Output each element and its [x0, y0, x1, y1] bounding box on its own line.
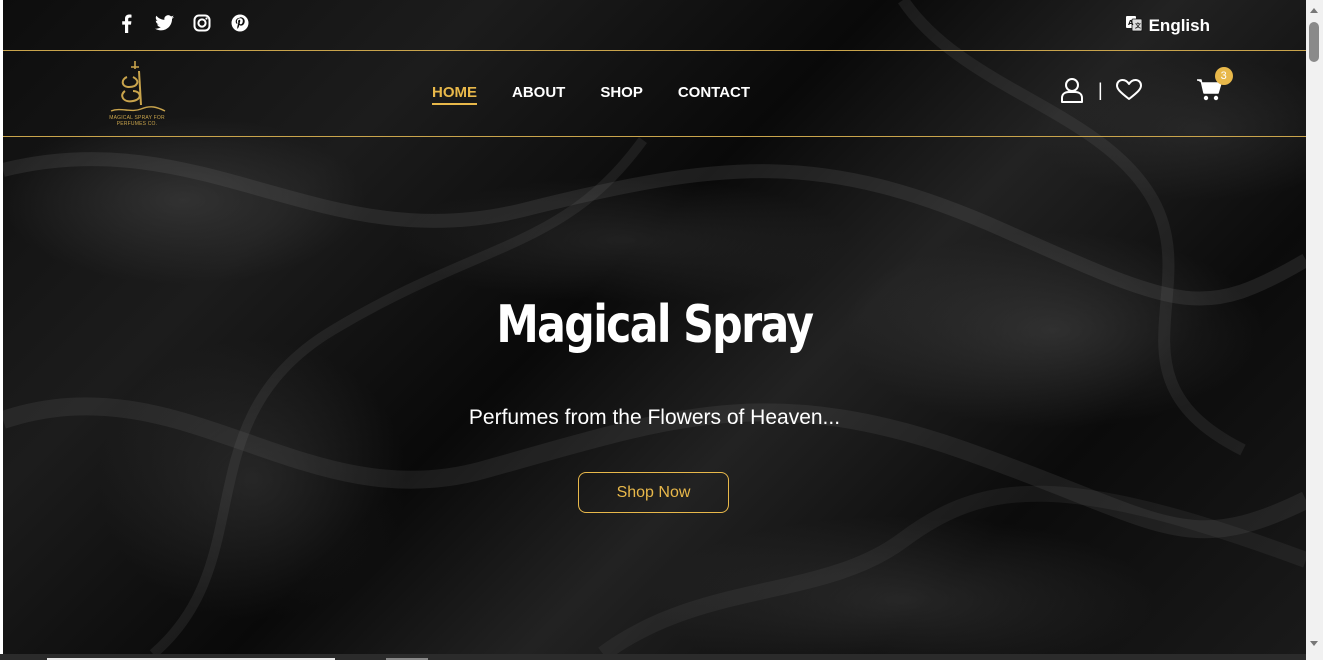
scroll-thumb[interactable]: [1309, 22, 1319, 62]
hero-section: Magical Spray Perfumes from the Flowers …: [3, 137, 1306, 654]
bottom-strip: [0, 654, 1306, 660]
nav-contact[interactable]: CONTACT: [678, 84, 750, 105]
vertical-scrollbar[interactable]: [1306, 0, 1323, 660]
language-label: English: [1148, 15, 1210, 35]
user-account-button[interactable]: [1060, 77, 1084, 103]
brand-logo[interactable]: MAGICAL SPRAY FOR PERFUMES CO.: [97, 57, 177, 131]
wishlist-button[interactable]: [1115, 79, 1142, 101]
shop-now-button[interactable]: Shop Now: [578, 472, 729, 513]
nav-home[interactable]: HOME: [432, 84, 477, 105]
main-navbar: MAGICAL SPRAY FOR PERFUMES CO. HOME ABOU…: [3, 51, 1306, 137]
hero-subtitle: Perfumes from the Flowers of Heaven...: [468, 406, 841, 429]
translate-icon: A文: [1125, 14, 1143, 37]
primary-nav: HOME ABOUT SHOP CONTACT: [432, 84, 750, 105]
twitter-icon[interactable]: [154, 13, 174, 33]
user-icon: [1061, 78, 1083, 103]
page: A文 English MAGICAL SPRAY FOR PERFUMES CO…: [3, 0, 1306, 654]
heart-icon: [1115, 79, 1142, 100]
top-bar: A文 English: [3, 0, 1306, 51]
nav-actions: | 3: [1060, 67, 1233, 103]
logo-mark-icon: [110, 61, 166, 112]
browser-viewport: A文 English MAGICAL SPRAY FOR PERFUMES CO…: [0, 0, 1323, 660]
facebook-icon[interactable]: [116, 13, 136, 33]
scroll-up-icon[interactable]: [1310, 8, 1318, 13]
hero-title: Magical Spray: [496, 295, 814, 355]
scroll-down-icon[interactable]: [1310, 641, 1318, 646]
nav-about[interactable]: ABOUT: [512, 84, 565, 105]
instagram-icon[interactable]: [192, 13, 212, 33]
pinterest-icon[interactable]: [230, 13, 250, 33]
cart-button[interactable]: 3: [1196, 67, 1233, 101]
social-links: [116, 13, 250, 33]
svg-text:A: A: [1128, 19, 1134, 27]
language-selector[interactable]: A文 English: [1125, 14, 1210, 37]
cart-count-badge: 3: [1214, 67, 1233, 85]
svg-text:文: 文: [1134, 22, 1142, 30]
nav-shop[interactable]: SHOP: [600, 84, 643, 105]
nav-separator: |: [1098, 79, 1103, 100]
logo-tagline: MAGICAL SPRAY FOR PERFUMES CO.: [109, 115, 165, 127]
